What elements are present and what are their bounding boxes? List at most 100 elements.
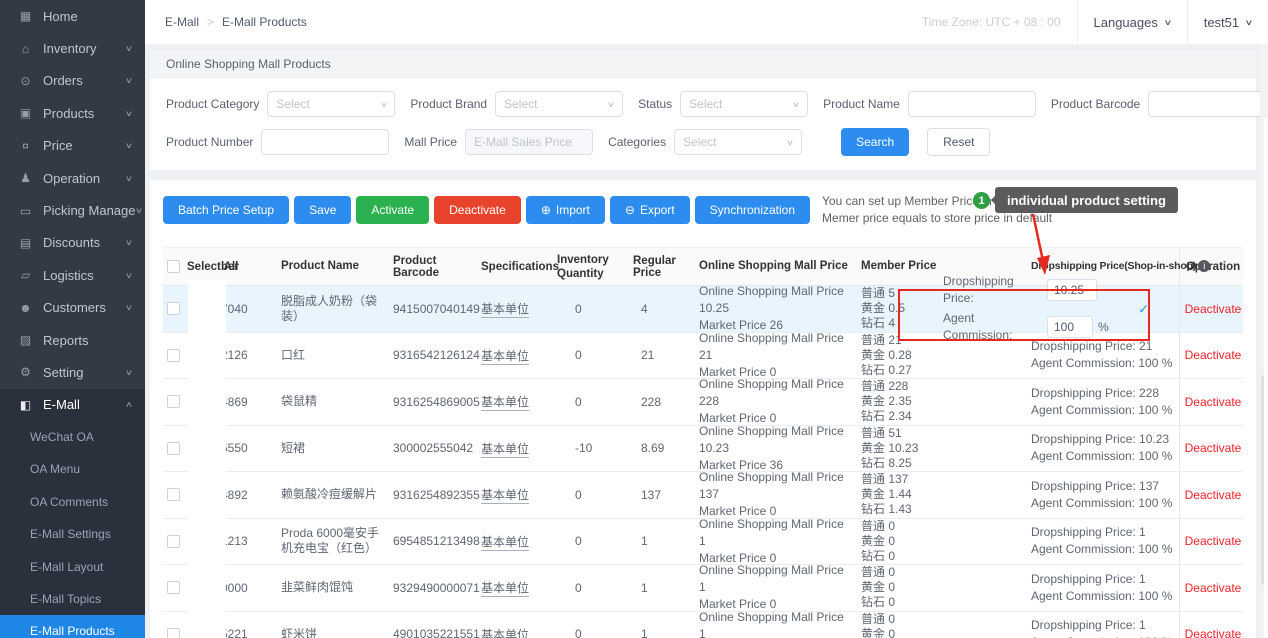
row-checkbox[interactable] [167, 395, 180, 408]
sidebar-item-oa-menu[interactable]: OA Menu [0, 453, 145, 485]
sidebar-item-operation[interactable]: ♟Operation∨ [0, 162, 145, 194]
breadcrumb-parent[interactable]: E-Mall [165, 15, 199, 29]
confirm-check-icon[interactable]: ✓ [1138, 300, 1149, 317]
row-checkbox[interactable] [167, 581, 180, 594]
dropshipping-cell: Dropshipping Price: 137Agent Commission:… [1023, 478, 1179, 512]
deactivate-link[interactable]: Deactivate [1185, 534, 1242, 548]
dropshipping-cell: Dropshipping Price: 1Agent Commission: 1… [1023, 571, 1179, 605]
languages-menu[interactable]: Languages ∨ [1077, 0, 1187, 44]
sidebar-item-e-mall-settings[interactable]: E-Mall Settings [0, 518, 145, 550]
toolbar-export-button[interactable]: ⊖Export [610, 196, 690, 224]
emall-submenu: WeChat OAOA MenuOA CommentsE-Mall Settin… [0, 421, 145, 638]
toolbar-import-button[interactable]: ⊕Import [526, 196, 605, 224]
product-category-select[interactable]: Select ∨ [267, 91, 395, 117]
agent-commission-text: Agent Commission: 100 % [1031, 634, 1175, 638]
deactivate-link[interactable]: Deactivate [1185, 302, 1242, 316]
customers-icon: ☻ [17, 301, 34, 315]
select-all-checkbox[interactable] [167, 260, 180, 273]
header-online-mall-price: Online Shopping Mall Price [691, 258, 857, 275]
specifications: 基本单位 [481, 442, 529, 458]
agent-commission-text: Agent Commission: 100 % [1031, 495, 1175, 512]
sidebar-item-price[interactable]: ¤Price∨ [0, 130, 145, 162]
product-brand-select[interactable]: Select ∨ [495, 91, 623, 117]
sidebar-item-picking-manage[interactable]: ▭Picking Manage∨ [0, 194, 145, 226]
categories-select[interactable]: Select ∨ [674, 129, 802, 155]
deactivate-link[interactable]: Deactivate [1185, 581, 1242, 595]
row-checkbox[interactable] [167, 349, 180, 362]
sidebar-item-e-mall-products[interactable]: E-Mall Products [0, 615, 145, 638]
chevron-down-icon: ∨ [786, 138, 794, 147]
product-barcode: 9329490000071 [389, 581, 477, 595]
member-price-line: 普通 0 [861, 565, 1019, 580]
sidebar-item-logistics[interactable]: ▱Logistics∨ [0, 259, 145, 291]
sidebar-item-orders[interactable]: ⊙Orders∨ [0, 65, 145, 97]
product-name: 脱脂成人奶粉（袋装） [277, 294, 389, 324]
mall-price-line: Online Shopping Mall Price 1 [699, 562, 853, 596]
table-row: 5221 虾米饼 4901035221551 基本单位 0 1 Online S… [163, 612, 1243, 638]
member-price: 普通 51黄金 10.23钻石 8.25 [857, 426, 1023, 471]
toolbar-activate-button[interactable]: Activate [356, 196, 429, 224]
breadcrumb: E-Mall > E-Mall Products [165, 15, 307, 29]
regular-price: 1 [625, 534, 691, 548]
sidebar-item-e-mall-topics[interactable]: E-Mall Topics [0, 583, 145, 615]
row-checkbox[interactable] [167, 535, 180, 548]
member-price-line: 黄金 0.28 [861, 348, 1019, 363]
member-price-line: 黄金 0 [861, 534, 1019, 549]
product-barcode: 9316254869005 [389, 395, 477, 409]
timezone-label: Time Zone: UTC + 08 : 00 [906, 0, 1077, 44]
products-icon: ▣ [17, 106, 34, 120]
sidebar-item-home[interactable]: ▦Home [0, 0, 145, 32]
row-checkbox[interactable] [167, 442, 180, 455]
sidebar-scrollbar[interactable] [1264, 118, 1268, 638]
row-checkbox[interactable] [167, 628, 180, 638]
row-checkbox[interactable] [167, 302, 180, 315]
specifications: 基本单位 [481, 628, 529, 638]
dropshipping-price-input[interactable] [1047, 279, 1097, 301]
status-select[interactable]: Select ∨ [680, 91, 808, 117]
sidebar-item-e-mall-layout[interactable]: E-Mall Layout [0, 551, 145, 583]
sidebar-item-discounts[interactable]: ▤Discounts∨ [0, 227, 145, 259]
specifications: 基本单位 [481, 302, 529, 318]
sidebar-item-products[interactable]: ▣Products∨ [0, 97, 145, 129]
sidebar-item-reports[interactable]: ▨Reports [0, 324, 145, 356]
deactivate-link[interactable]: Deactivate [1185, 395, 1242, 409]
toolbar-save-button[interactable]: Save [294, 196, 351, 224]
header-product-name: Product Name [277, 259, 389, 274]
search-button[interactable]: Search [841, 128, 909, 156]
chevron-down-icon: ∨ [125, 76, 133, 85]
sidebar-item-setting[interactable]: ⚙Setting∨ [0, 356, 145, 388]
deactivate-link[interactable]: Deactivate [1185, 441, 1242, 455]
user-menu[interactable]: test51 ∨ [1187, 0, 1268, 44]
sidebar-item-oa-comments[interactable]: OA Comments [0, 486, 145, 518]
toolbar-buttons: Batch Price SetupSaveActivateDeactivate⊕… [163, 196, 810, 224]
sidebar-item-customers[interactable]: ☻Customers∨ [0, 292, 145, 324]
breadcrumb-separator: > [207, 15, 214, 29]
sidebar-item-e-mall[interactable]: ◧E-Mall∧ [0, 389, 145, 421]
table-row: 1213 Proda 6000毫安手机充电宝（红色） 6954851213498… [163, 519, 1243, 566]
member-price: 普通 137黄金 1.44钻石 1.43 [857, 472, 1023, 517]
row-checkbox[interactable] [167, 488, 180, 501]
product-number-input[interactable] [261, 129, 389, 155]
member-price-line: 钻石 1.43 [861, 502, 1019, 517]
product-barcode-input[interactable] [1148, 91, 1268, 117]
mall-price-label: Mall Price [404, 135, 457, 149]
mall-price-line: Online Shopping Mall Price 1 [699, 609, 853, 638]
toolbar-batch-price-setup-button[interactable]: Batch Price Setup [163, 196, 289, 224]
deactivate-link[interactable]: Deactivate [1185, 627, 1242, 638]
product-name-input[interactable] [908, 91, 1036, 117]
reset-button[interactable]: Reset [927, 128, 990, 156]
sidebar-item-wechat-oa[interactable]: WeChat OA [0, 421, 145, 453]
toolbar-deactivate-button[interactable]: Deactivate [434, 196, 521, 224]
deactivate-link[interactable]: Deactivate [1185, 488, 1242, 502]
sidebar-item-inventory[interactable]: ⌂Inventory∨ [0, 32, 145, 64]
toolbar-synchronization-button[interactable]: Synchronization [695, 196, 810, 224]
chevron-down-icon: ∨ [125, 368, 133, 377]
chevron-down-icon: ∨ [607, 100, 615, 109]
inventory-quantity: 0 [553, 627, 625, 638]
emall-icon: ◧ [17, 398, 34, 412]
discounts-icon: ▤ [17, 236, 34, 250]
deactivate-link[interactable]: Deactivate [1185, 348, 1242, 362]
chevron-down-icon: ∨ [125, 141, 133, 150]
specifications: 基本单位 [481, 581, 529, 597]
chevron-down-icon: ∨ [1245, 18, 1254, 27]
